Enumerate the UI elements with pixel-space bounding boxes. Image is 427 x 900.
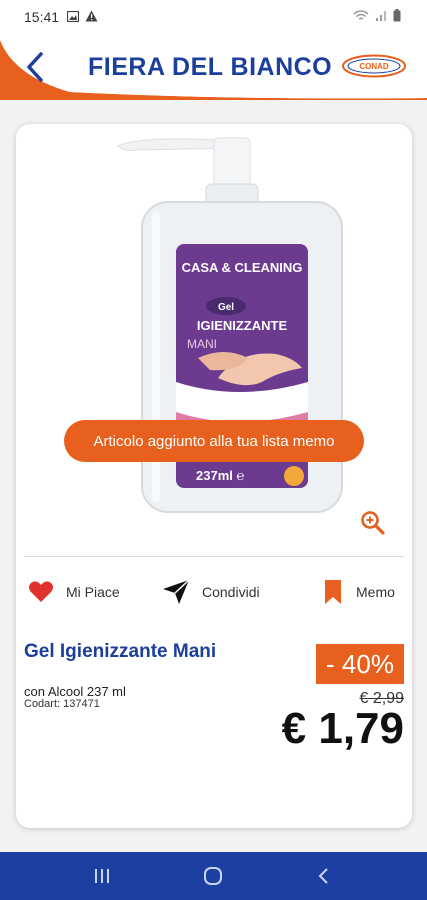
product-line1-text: IGIENIZZANTE <box>197 318 288 333</box>
zoom-in-icon <box>361 511 385 535</box>
share-button[interactable]: Condividi <box>162 572 260 612</box>
send-icon <box>163 579 190 604</box>
memo-label: Memo <box>356 584 395 600</box>
like-button[interactable]: Mi Piace <box>28 572 120 612</box>
action-bar: Mi Piace Condividi Memo <box>16 572 412 612</box>
product-name: Gel Igienizzante Mani <box>24 641 217 662</box>
system-back-button[interactable] <box>312 864 336 888</box>
product-brand-text: CASA & CLEANING <box>182 260 303 275</box>
card-divider <box>24 556 404 557</box>
bookmark-icon <box>325 580 341 604</box>
warning-icon <box>85 9 98 25</box>
status-time: 15:41 <box>24 9 60 25</box>
new-price: € 1,79 <box>281 704 404 753</box>
logo-text: CONAD <box>359 62 389 71</box>
status-right-icons <box>353 9 401 25</box>
product-code: Codart: 137471 <box>24 698 100 710</box>
signal-icon <box>375 9 387 25</box>
zoom-button[interactable] <box>360 510 386 536</box>
back-chevron-icon <box>318 868 328 884</box>
recents-icon <box>95 869 109 883</box>
brand-logo: CONAD <box>342 54 406 78</box>
app-header: FIERA DEL BIANCO CONAD <box>0 34 427 100</box>
home-button[interactable] <box>201 864 225 888</box>
home-icon <box>204 867 222 885</box>
product-line2-text: MANI <box>187 337 217 351</box>
toast-message: Articolo aggiunto alla tua lista memo <box>64 420 364 462</box>
recents-button[interactable] <box>90 864 114 888</box>
back-button[interactable] <box>20 50 50 84</box>
chevron-left-icon <box>27 52 43 82</box>
like-label: Mi Piace <box>66 584 120 600</box>
discount-badge: - 40% <box>316 644 404 684</box>
wifi-icon <box>353 9 369 25</box>
battery-icon <box>393 9 401 25</box>
heart-icon <box>29 581 53 602</box>
system-nav-bar <box>0 852 427 900</box>
memo-button[interactable]: Memo <box>322 572 395 612</box>
share-label: Condividi <box>202 584 260 600</box>
product-card: CASA & CLEANING Gel IGIENIZZANTE MANI 23… <box>16 124 412 828</box>
product-image: CASA & CLEANING Gel IGIENIZZANTE MANI 23… <box>117 137 343 513</box>
status-bar: 15:41 <box>0 0 427 34</box>
product-description: con Alcool 237 ml <box>24 684 126 699</box>
product-volume-text: 237ml ℮ <box>196 468 244 483</box>
page-title: FIERA DEL BIANCO <box>88 53 333 81</box>
image-icon <box>66 9 80 25</box>
product-badge-text: Gel <box>218 302 234 313</box>
